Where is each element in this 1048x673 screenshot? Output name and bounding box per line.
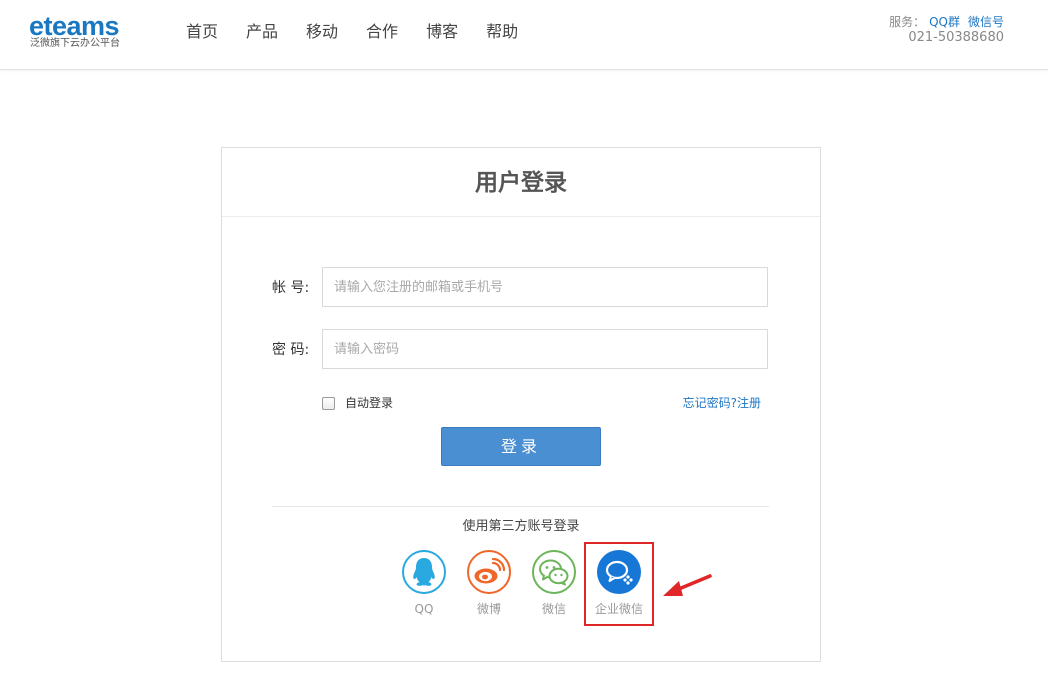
forgot-password-link[interactable]: 忘记密码?: [683, 396, 737, 410]
password-input[interactable]: [322, 329, 768, 369]
weibo-label: 微博: [476, 602, 501, 616]
login-title: 用户登录: [222, 148, 820, 217]
eteams-logo[interactable]: eteams 泛微旗下云办公平台: [29, 10, 129, 50]
qq-icon: [402, 550, 446, 594]
service-info: 服务： QQ群 微信号 021-50388680: [889, 14, 1004, 46]
nav-item-home[interactable]: 首页: [186, 21, 218, 43]
account-input[interactable]: [322, 267, 768, 307]
qq-login-button[interactable]: QQ: [392, 550, 456, 617]
nav-item-products[interactable]: 产品: [246, 21, 278, 43]
qq-label: QQ: [414, 602, 434, 616]
wecom-highlight-box: [584, 542, 654, 626]
weibo-login-button[interactable]: 微博: [457, 550, 521, 617]
weibo-icon: [467, 550, 511, 594]
third-party-title: 使用第三方账号登录: [462, 519, 580, 534]
wechat-login-button[interactable]: 微信: [522, 550, 586, 617]
account-label: 帐 号:: [272, 280, 310, 296]
auto-login-option[interactable]: 自动登录: [322, 395, 393, 411]
nav-item-mobile[interactable]: 移动: [306, 21, 338, 43]
wechat-account-link[interactable]: 微信号: [968, 15, 1004, 29]
login-button[interactable]: 登录: [441, 427, 601, 466]
auto-login-checkbox[interactable]: [322, 396, 335, 410]
red-arrow-annotation: [663, 574, 712, 596]
wechat-icon: [532, 550, 576, 594]
logo-tagline: 泛微旗下云办公平台: [30, 38, 120, 49]
divider: [272, 506, 769, 507]
login-panel: 用户登录 帐 号: 密 码: 自动登录 忘记密码?注册 登录 使用第三方账号登录…: [221, 147, 821, 662]
top-header: eteams 泛微旗下云办公平台 首页 产品 移动 合作 博客 帮助 服务： QQ…: [0, 0, 1048, 70]
password-label: 密 码:: [272, 342, 310, 358]
nav-item-blog[interactable]: 博客: [426, 21, 458, 43]
service-label: 服务：: [889, 15, 926, 29]
auto-login-label: 自动登录: [345, 396, 394, 410]
qq-group-link[interactable]: QQ群: [929, 15, 960, 29]
nav-item-partners[interactable]: 合作: [366, 21, 398, 43]
account-links: 忘记密码?注册: [683, 395, 761, 411]
wechat-label: 微信: [541, 602, 566, 616]
nav-item-help[interactable]: 帮助: [486, 21, 518, 43]
register-link[interactable]: 注册: [737, 396, 761, 410]
main-nav: 首页 产品 移动 合作 博客 帮助: [186, 21, 546, 43]
service-phone: 021-50388680: [908, 30, 1004, 45]
